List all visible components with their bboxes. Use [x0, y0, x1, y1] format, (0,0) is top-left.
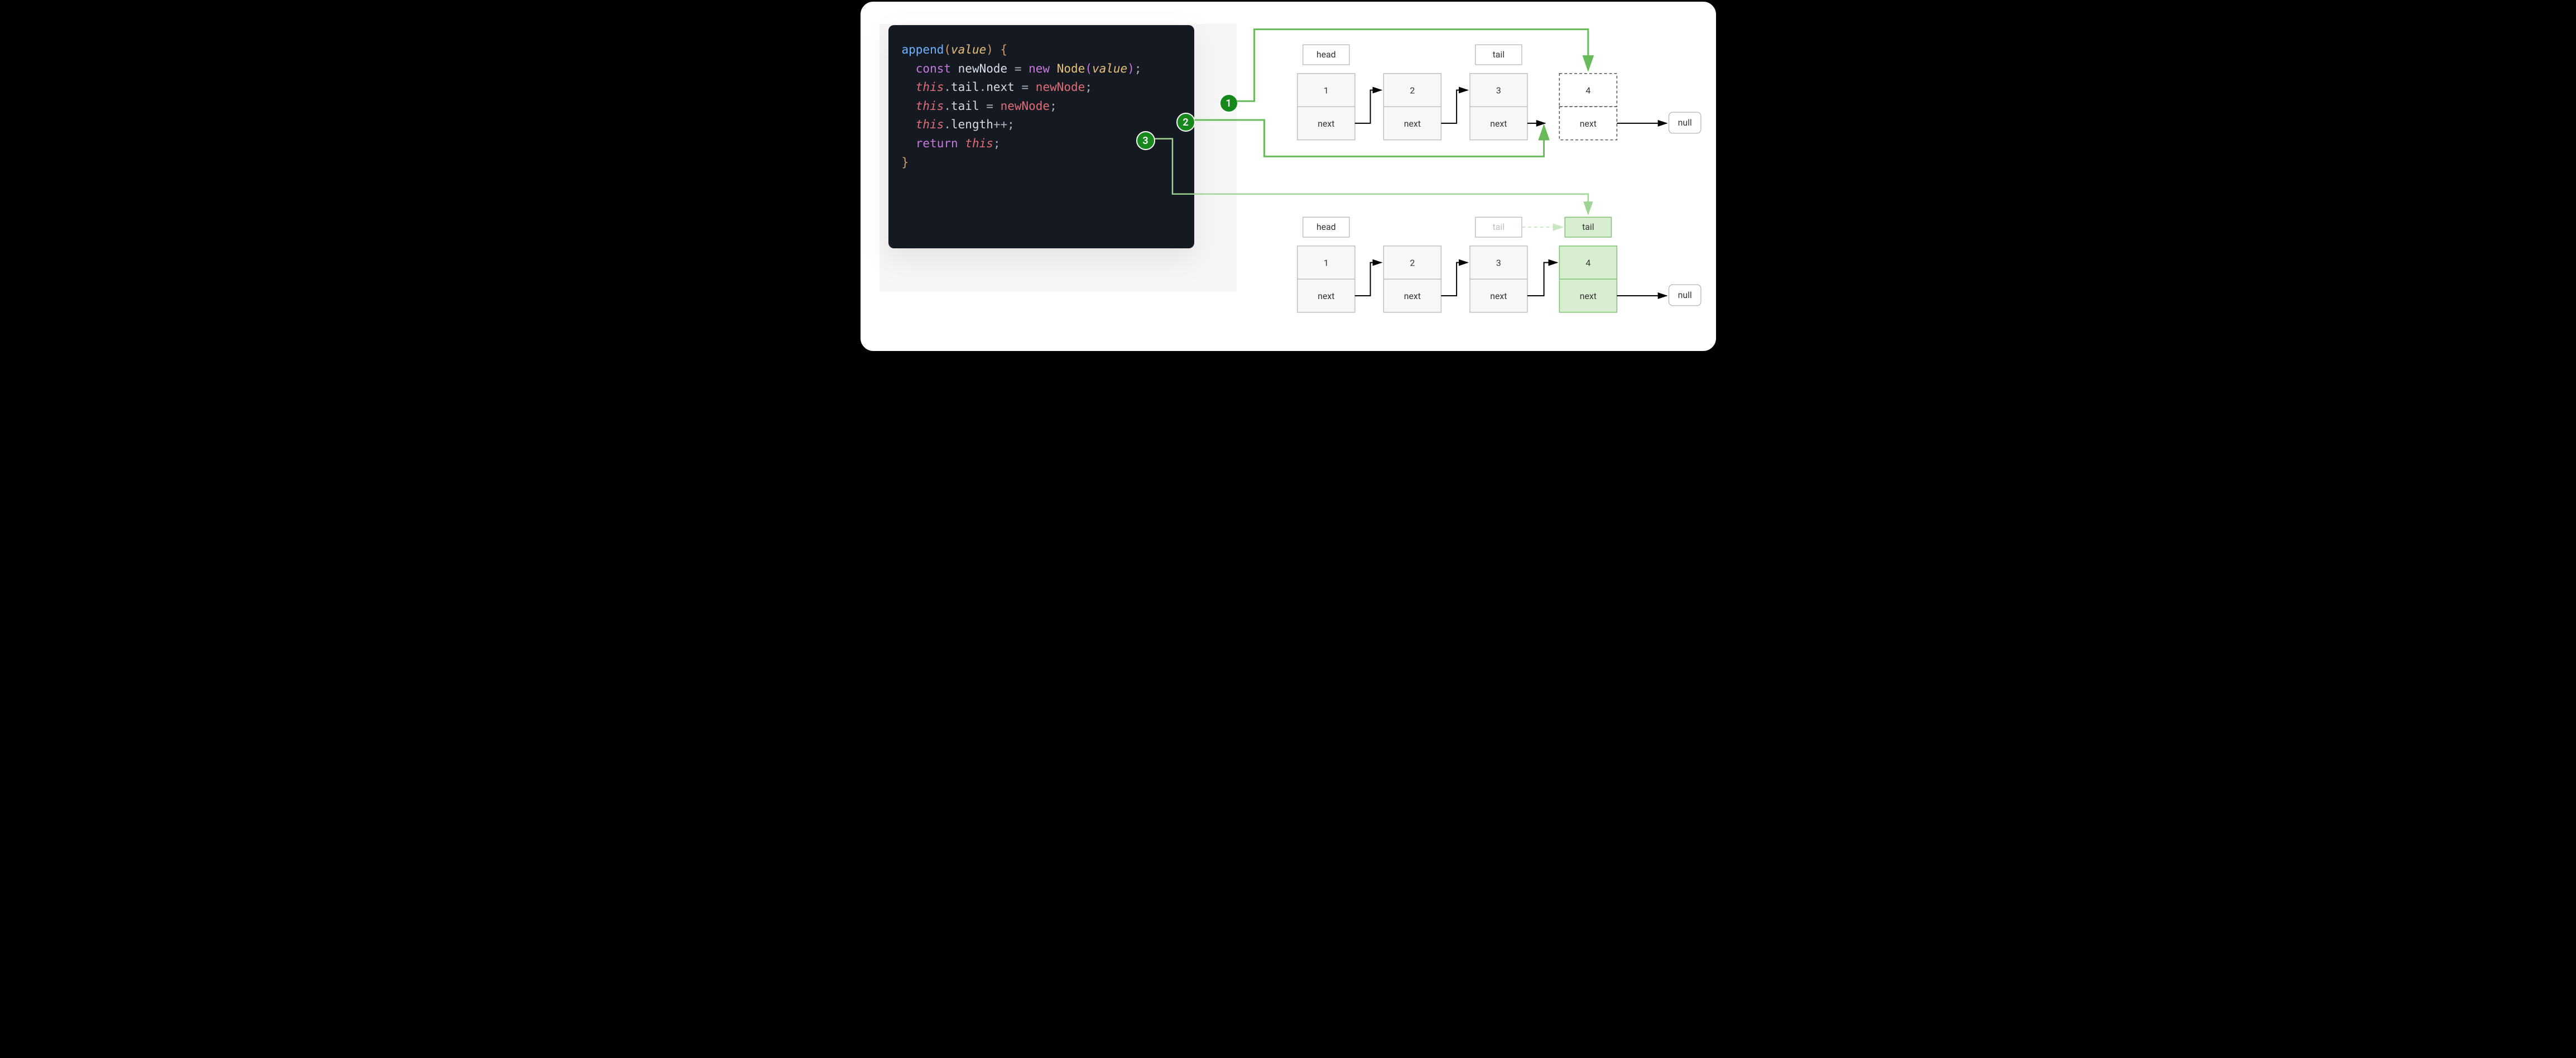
after-node-1-next-label: next — [1318, 291, 1334, 301]
before-node-4-next-label: next — [1579, 118, 1596, 129]
before-arrow-1-2 — [1354, 90, 1381, 123]
after-node-2-value: 2 — [1410, 257, 1415, 268]
after-node-4-value: 4 — [1585, 257, 1590, 268]
before-node-2-value: 2 — [1410, 85, 1415, 95]
after-head-label: head — [1316, 222, 1336, 232]
diagram-frame: append(value) { const newNode = new Node… — [859, 0, 1718, 353]
before-node-1-next-label: next — [1318, 118, 1334, 129]
after-node-2-next-label: next — [1404, 291, 1420, 301]
after-arrow-3-4 — [1527, 263, 1556, 296]
before-node-1-value: 1 — [1323, 85, 1328, 95]
after-old-tail-label: tail — [1492, 222, 1505, 232]
after-node-3-value: 3 — [1496, 257, 1501, 268]
before-arrow-2-3 — [1441, 90, 1468, 123]
after-node-3-next-label: next — [1490, 291, 1507, 301]
before-node-3-value: 3 — [1496, 85, 1501, 95]
callout-step3-arrow — [1155, 139, 1588, 214]
before-null-label: null — [1678, 117, 1691, 128]
before-node-4-value: 4 — [1585, 85, 1590, 95]
before-tail-label: tail — [1492, 49, 1505, 60]
before-node-3-next-label: next — [1490, 118, 1507, 129]
after-new-tail-label: tail — [1582, 222, 1594, 232]
after-node-4-next-label: next — [1579, 291, 1596, 301]
after-null-label: null — [1678, 290, 1691, 300]
after-arrow-1-2 — [1354, 263, 1381, 296]
before-node-2-next-label: next — [1404, 118, 1420, 129]
before-head-label: head — [1316, 49, 1336, 60]
diagram-svg: head tail 1 next 2 next 3 next 4 next nu… — [861, 2, 1716, 351]
after-arrow-2-3 — [1441, 263, 1468, 296]
after-node-1-value: 1 — [1323, 257, 1328, 268]
